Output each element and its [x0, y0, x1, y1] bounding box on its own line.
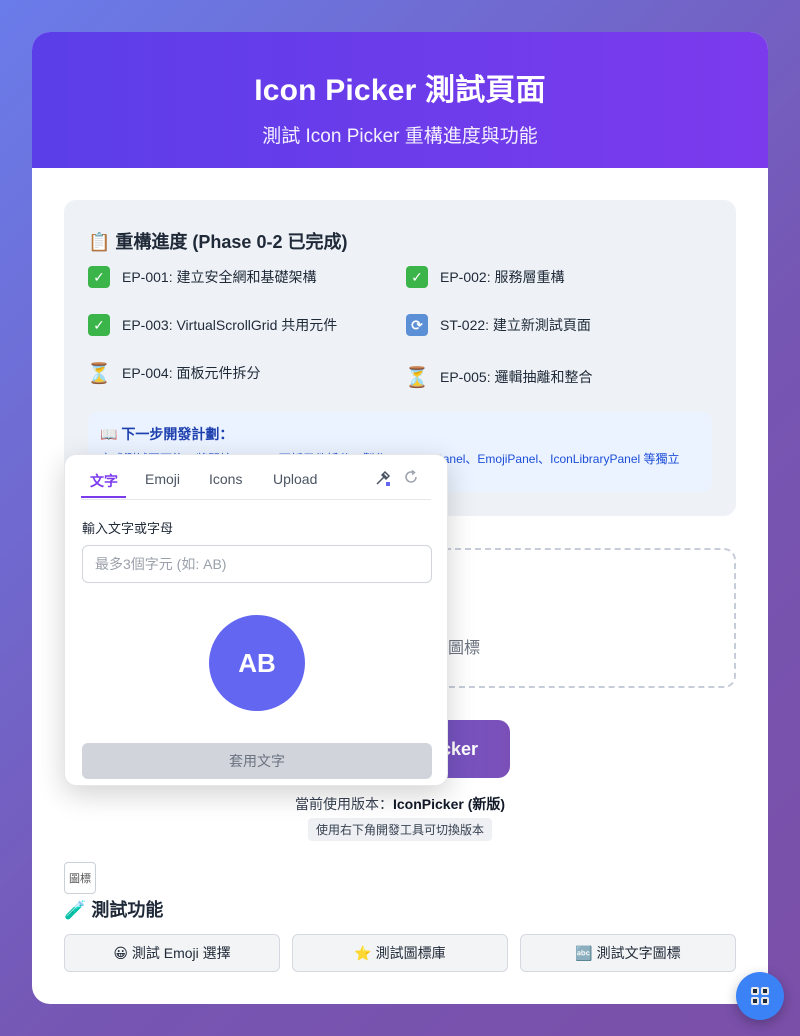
sync-icon: ⟳ — [406, 314, 428, 336]
task-label: EP-001: 建立安全網和基礎架構 — [122, 269, 317, 285]
version-hint: 使用右下角開發工具可切換版本 — [308, 818, 493, 841]
task-label: EP-002: 服務層重構 — [440, 269, 565, 285]
dropzone-label: 圖標 — [448, 640, 481, 657]
version-prefix: 當前使用版本： — [294, 796, 393, 812]
version-info: 當前使用版本：IconPicker (新版) — [32, 794, 768, 814]
text-icon-preview: AB — [209, 615, 305, 711]
page-header: Icon Picker 測試頁面 測試 Icon Picker 重構進度與功能 — [32, 32, 768, 168]
reset-icon[interactable] — [403, 469, 419, 489]
check-icon: ✓ — [88, 266, 110, 288]
hourglass-icon: ⏳ — [86, 362, 112, 385]
task-item: ✓ EP-001: 建立安全網和基礎架構 — [88, 266, 316, 288]
check-icon: ✓ — [88, 314, 110, 336]
text-input[interactable] — [82, 545, 432, 583]
test-text-icon-button[interactable]: 🔤 測試文字圖標 — [520, 934, 736, 972]
dev-tools-icon — [751, 987, 769, 1005]
hourglass-icon: ⏳ — [404, 366, 430, 389]
page-subtitle: 測試 Icon Picker 重構進度與功能 — [262, 126, 538, 147]
next-plan-title: 📖 下一步開發計劃： — [100, 426, 234, 442]
active-tab-indicator — [81, 496, 126, 498]
eyedropper-icon[interactable] — [374, 469, 392, 491]
apply-text-button[interactable]: 套用文字 — [82, 743, 432, 779]
task-item: ✓ EP-002: 服務層重構 — [406, 266, 564, 288]
tab-icons[interactable]: Icons — [209, 471, 242, 487]
progress-title: 📋 重構進度 (Phase 0-2 已完成) — [88, 232, 348, 252]
task-item: ⟳ ST-022: 建立新測試頁面 — [406, 314, 591, 336]
task-item: ✓ EP-003: VirtualScrollGrid 共用元件 — [88, 314, 337, 336]
check-icon: ✓ — [406, 266, 428, 288]
text-input-label: 輸入文字或字母 — [82, 521, 174, 536]
page-title: Icon Picker 測試頁面 — [254, 74, 546, 107]
tab-upload[interactable]: Upload — [273, 471, 317, 487]
task-label: EP-004: 面板元件拆分 — [122, 365, 261, 381]
tab-text[interactable]: 文字 — [90, 471, 118, 491]
task-label: EP-003: VirtualScrollGrid 共用元件 — [122, 317, 338, 333]
dev-tools-button[interactable] — [736, 972, 784, 1020]
version-name: IconPicker (新版) — [392, 796, 506, 812]
features-title: 🧪 測試功能 — [64, 900, 164, 920]
icon-picker-popover: 文字 Emoji Icons Upload 輸入文字或字母 AB 套用文字 — [64, 454, 448, 786]
task-label: ST-022: 建立新測試頁面 — [440, 317, 591, 333]
picker-tabs: 文字 Emoji Icons Upload — [81, 455, 431, 500]
test-emoji-button[interactable]: 😀 測試 Emoji 選擇 — [64, 934, 280, 972]
task-label: EP-005: 邏輯抽離和整合 — [440, 369, 593, 385]
task-item: ⏳ EP-004: 面板元件拆分 — [86, 362, 261, 385]
tab-emoji[interactable]: Emoji — [145, 471, 180, 487]
icon-placeholder: 圖標 — [64, 862, 96, 894]
test-icon-library-button[interactable]: ⭐ 測試圖標庫 — [292, 934, 508, 972]
task-item: ⏳ EP-005: 邏輯抽離和整合 — [404, 366, 593, 389]
